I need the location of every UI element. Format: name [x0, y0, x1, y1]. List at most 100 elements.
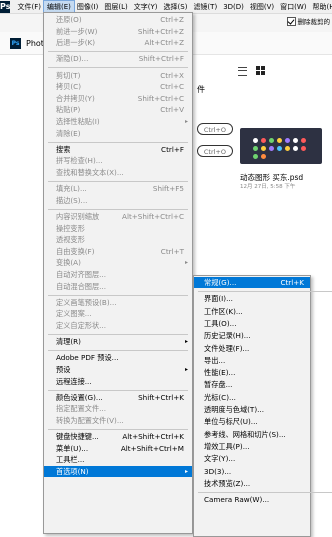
submenu-arrow-icon: ▸ [184, 468, 188, 475]
thumbnail-dot [301, 138, 306, 143]
menu-item-label: 转换为配置文件(V)... [56, 416, 124, 425]
recent-file-thumbnail[interactable] [240, 128, 322, 164]
checkbox-checked-icon[interactable] [286, 16, 296, 26]
menu-item[interactable]: 菜单(U)... Alt+Shift+Ctrl+M [44, 443, 192, 454]
menubar-item[interactable]: 文字(Y) [131, 1, 161, 13]
menu-item[interactable]: 预设 ▸ [44, 364, 192, 375]
menubar-item[interactable]: 文件(F) [14, 1, 44, 13]
menu-separator [48, 389, 188, 391]
menu-item[interactable]: 远程连接... [44, 376, 192, 387]
menu-item[interactable]: 自动混合图层... [44, 281, 192, 292]
menu-item[interactable]: 后退一步(K) Alt+Ctrl+Z [44, 37, 192, 48]
menu-item-shortcut: Shift+Ctrl+F [138, 54, 184, 64]
menu-item[interactable]: 清理(R) ▸ [44, 336, 192, 347]
menubar-item[interactable]: 图层(L) [101, 1, 130, 13]
menu-item[interactable]: 搜索 Ctrl+F [44, 144, 192, 155]
menu-item[interactable]: 首选项(N) ▸ [44, 466, 192, 477]
menu-item[interactable]: 拼写检查(H)... [44, 155, 192, 166]
menu-item-label: 3D(3)... [204, 466, 232, 476]
menu-item[interactable]: 剪切(T) Ctrl+X [44, 70, 192, 81]
menubar-item[interactable]: 图像(I) [74, 1, 102, 13]
menu-item-label: 文件处理(F)... [204, 343, 250, 353]
menu-item[interactable]: 工作区(K)... [194, 306, 310, 317]
menu-item[interactable]: 内容识别缩放 Alt+Shift+Ctrl+C [44, 211, 192, 222]
menu-item[interactable]: 导出... [194, 355, 310, 366]
menu-item[interactable]: 自动对齐图层... [44, 269, 192, 280]
menu-item-shortcut: Ctrl+T [160, 246, 184, 256]
menu-item[interactable]: 常规(G)... Ctrl+K [194, 277, 310, 288]
menu-item[interactable]: 操控变形 [44, 223, 192, 234]
menu-item[interactable]: Camera Raw(W)... [194, 494, 310, 505]
menu-item-label: 描边(S)... [56, 195, 88, 205]
menubar-item[interactable]: 窗口(W) [277, 1, 309, 13]
menu-item[interactable]: 拷贝(C) Ctrl+C [44, 81, 192, 92]
menu-item-label: 参考线、网格和切片(S)... [204, 429, 286, 439]
menu-item[interactable]: 定义画笔预设(B)... [44, 297, 192, 308]
delete-cropped-checkbox[interactable]: 删除裁剪的 [286, 16, 330, 26]
menu-item[interactable]: 键盘快捷键... Alt+Shift+Ctrl+K [44, 431, 192, 442]
menu-item[interactable]: 合并拷贝(Y) Shift+Ctrl+C [44, 93, 192, 104]
menu-item[interactable]: 参考线、网格和切片(S)... [194, 429, 310, 440]
open-shortcut-pill-2[interactable]: Ctrl+O [197, 145, 233, 157]
menu-item[interactable]: 定义自定形状... [44, 320, 192, 331]
menu-item-label: 界面(I)... [204, 294, 233, 304]
photoshop-tab-icon: Ps [10, 38, 21, 49]
menu-item[interactable]: 粘贴(P) Ctrl+V [44, 104, 192, 115]
menu-item[interactable]: 透视变形 [44, 234, 192, 245]
menu-item[interactable]: 界面(I)... [194, 293, 310, 304]
menu-item[interactable]: Adobe PDF 预设... [44, 352, 192, 363]
menu-item[interactable]: 历史记录(H)... [194, 330, 310, 341]
menu-item[interactable]: 3D(3)... [194, 466, 310, 477]
menu-item[interactable]: 工具(O)... [194, 318, 310, 329]
menu-item[interactable]: 还原(O) Ctrl+Z [44, 14, 192, 25]
menu-item[interactable]: 技术预览(Z)... [194, 478, 310, 489]
menu-item[interactable]: 转换为配置文件(V)... [44, 415, 192, 426]
menubar-item[interactable]: 滤镜(T) [190, 1, 220, 13]
menu-item-label: 前进一步(W) [56, 26, 98, 36]
grid-view-icon[interactable] [256, 66, 265, 75]
menu-item[interactable]: 前进一步(W) Shift+Ctrl+Z [44, 26, 192, 37]
menu-item[interactable]: 文字(Y)... [194, 453, 310, 464]
menu-item-label: 查找和替换文本(X)... [56, 168, 124, 177]
menu-item[interactable]: 自由变换(F) Ctrl+T [44, 246, 192, 257]
menu-item-shortcut: Ctrl+Z [160, 15, 184, 24]
menu-item-label: 操控变形 [56, 223, 85, 233]
menu-item-label: 键盘快捷键... [56, 432, 99, 442]
home-tab[interactable]: Phot [26, 39, 44, 48]
thumbnail-dot [261, 154, 266, 159]
menu-item[interactable]: 颜色设置(G)... Shift+Ctrl+K [44, 392, 192, 403]
menu-item[interactable]: 透明度与色域(T)... [194, 404, 310, 415]
menu-item-label: 技术预览(Z)... [204, 478, 251, 488]
menu-item-shortcut: Ctrl+V [160, 105, 184, 115]
menu-item[interactable]: 指定配置文件... [44, 403, 192, 414]
menu-item[interactable]: 文件处理(F)... [194, 343, 310, 354]
menu-item[interactable]: 定义图案... [44, 308, 192, 319]
menu-item-shortcut: Ctrl+F [161, 144, 184, 154]
menu-item[interactable]: 单位与标尺(U)... [194, 416, 310, 427]
menu-item[interactable]: 暂存盘... [194, 379, 310, 390]
menubar-item[interactable]: 3D(D) [220, 1, 247, 13]
menu-item[interactable]: 增效工具(P)... [194, 441, 310, 452]
menu-item[interactable]: 描边(S)... [44, 195, 192, 206]
menu-item[interactable]: 性能(E)... [194, 367, 310, 378]
menu-item-shortcut: Shift+Ctrl+C [137, 93, 184, 103]
list-view-icon[interactable] [238, 67, 247, 76]
menu-item[interactable]: 变换(A) ▸ [44, 257, 192, 268]
menu-item-label: 预设 [56, 365, 71, 374]
menu-item[interactable]: 光标(C)... [194, 392, 310, 403]
menubar-item[interactable]: 选择(S) [161, 1, 191, 13]
menu-item[interactable]: 查找和替换文本(X)... [44, 167, 192, 178]
open-shortcut-pill[interactable]: Ctrl+O [197, 123, 233, 135]
menu-item-label: 拷贝(C) [56, 82, 82, 92]
menubar-item[interactable]: 编辑(E) [42, 0, 75, 14]
menu-item[interactable]: 填充(L)... Shift+F5 [44, 183, 192, 194]
menu-item[interactable]: 选择性粘贴(I) ▸ [44, 116, 192, 127]
menu-item[interactable]: 工具栏... [44, 454, 192, 465]
menubar-item[interactable]: 帮助(H) [310, 1, 332, 13]
menu-item[interactable]: 清除(E) [44, 128, 192, 139]
menu-item-label: 变换(A) [56, 258, 81, 268]
menubar-item[interactable]: 视图(V) [247, 1, 277, 13]
menu-item[interactable]: 渐隐(D)... Shift+Ctrl+F [44, 53, 192, 64]
menu-item-label: 选择性粘贴(I) [56, 117, 100, 126]
menu-item-shortcut: Shift+Ctrl+Z [137, 26, 184, 36]
